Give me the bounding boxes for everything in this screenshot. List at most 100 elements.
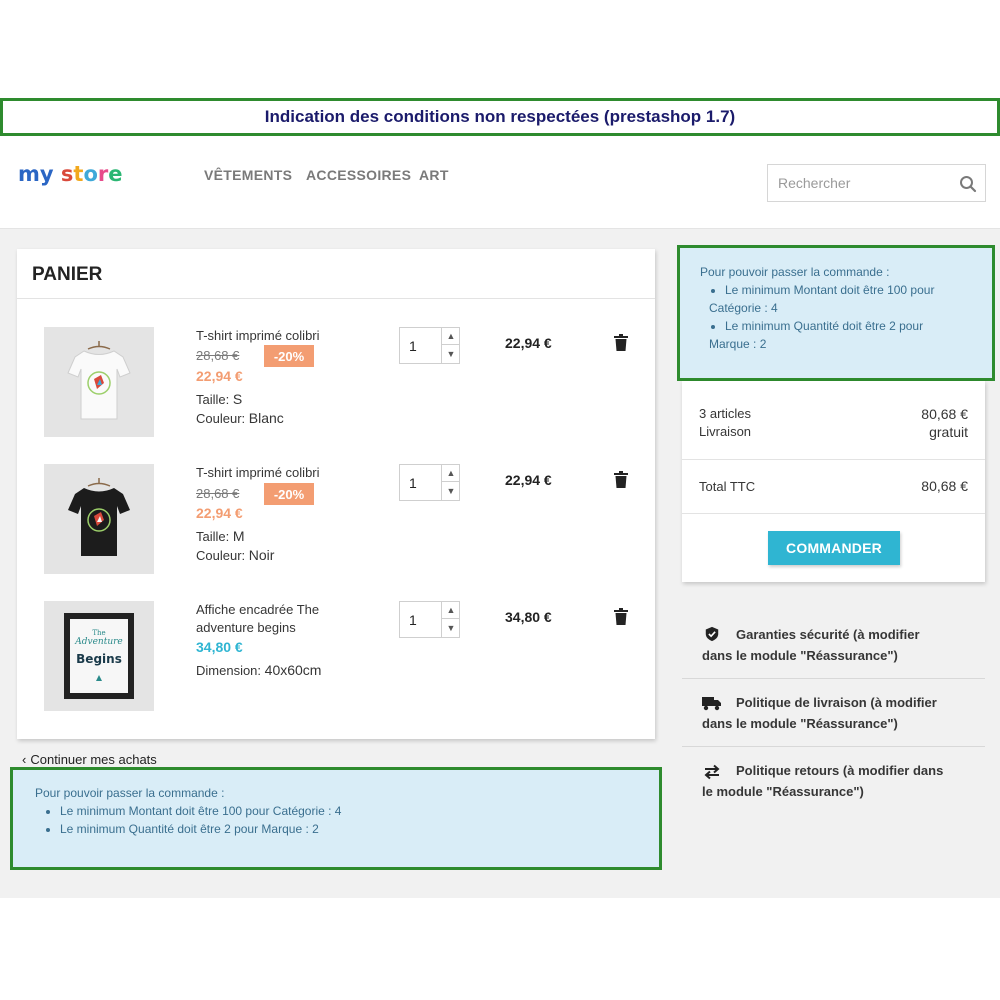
reassurance-line: le module "Réassurance") xyxy=(702,784,864,799)
product-name[interactable]: T-shirt imprimé colibri xyxy=(196,464,336,482)
logo-letter: e xyxy=(108,162,123,186)
product-name[interactable]: Affiche encadrée The adventure begins xyxy=(196,601,336,637)
discount-badge: -20% xyxy=(264,345,314,367)
trash-icon[interactable] xyxy=(614,471,628,488)
discount-badge: -20% xyxy=(264,483,314,505)
chevron-down-icon[interactable]: ▼ xyxy=(441,619,460,637)
product-name-line: Affiche encadrée The xyxy=(196,602,320,617)
product-attribute-size: Taille: S xyxy=(196,391,242,407)
articles-subtotal: 80,68 € xyxy=(921,406,968,422)
alert-item-line: Marque : 2 xyxy=(709,337,767,351)
checkout-button[interactable]: COMMANDER xyxy=(768,531,900,565)
product-price: 22,94 € xyxy=(196,368,243,384)
alert-intro: Pour pouvoir passer la commande : xyxy=(700,265,890,279)
total-value: 80,68 € xyxy=(921,478,968,494)
chevron-left-icon: ‹ xyxy=(22,752,27,767)
alert-intro: Pour pouvoir passer la commande : xyxy=(35,786,225,800)
attribute-label: Taille: xyxy=(196,529,230,544)
line-total: 22,94 € xyxy=(505,472,552,488)
chevron-up-icon[interactable]: ▲ xyxy=(441,602,460,619)
poster-text: Begins xyxy=(76,652,122,666)
reassurance-line: Politique retours (à modifier dans xyxy=(736,763,944,778)
quantity-value[interactable]: 1 xyxy=(409,475,417,491)
continue-shopping-link[interactable]: ‹ Continuer mes achats xyxy=(22,752,157,767)
divider xyxy=(682,746,985,747)
search-input[interactable] xyxy=(768,165,953,201)
alert-item-line: Le minimum Quantité doit être 2 pour xyxy=(725,319,924,333)
nav-item-vetements[interactable]: VÊTEMENTS xyxy=(204,167,292,183)
logo-letter: t xyxy=(73,162,84,186)
trash-icon[interactable] xyxy=(614,608,628,625)
alert-list: Le minimum Montant doit être 100 pour Ca… xyxy=(700,281,972,353)
alert-item: Le minimum Quantité doit être 2 pour Mar… xyxy=(60,820,637,838)
alert-list: Le minimum Montant doit être 100 pour Ca… xyxy=(35,802,637,838)
product-thumbnail[interactable] xyxy=(44,327,154,437)
product-attribute-color: Couleur: Blanc xyxy=(196,410,284,426)
logo-letter: s xyxy=(60,162,74,186)
attribute-value: S xyxy=(232,391,243,407)
exchange-arrows-icon xyxy=(704,764,720,780)
cart-title: PANIER xyxy=(32,264,103,285)
white-tshirt-image xyxy=(44,327,154,437)
attribute-label: Couleur: xyxy=(196,411,246,426)
divider xyxy=(682,513,985,514)
chevron-down-icon[interactable]: ▼ xyxy=(441,482,460,500)
poster-text: The xyxy=(92,629,105,637)
continue-shopping-label: Continuer mes achats xyxy=(30,752,157,767)
alert-item: Le minimum Quantité doit être 2 pour Mar… xyxy=(709,317,972,353)
annotation-banner-title: Indication des conditions non respectées… xyxy=(264,107,736,126)
quantity-stepper[interactable]: 1 ▲ ▼ xyxy=(399,464,460,501)
annotation-banner: Indication des conditions non respectées… xyxy=(0,98,1000,136)
trash-icon[interactable] xyxy=(614,334,628,351)
attribute-label: Couleur: xyxy=(196,548,246,563)
quantity-stepper[interactable]: 1 ▲ ▼ xyxy=(399,327,460,364)
attribute-value: Noir xyxy=(248,547,275,563)
attribute-value: 40x60cm xyxy=(264,662,322,678)
shield-icon xyxy=(705,626,719,642)
attribute-label: Taille: xyxy=(196,392,230,407)
order-conditions-alert-right: Pour pouvoir passer la commande : Le min… xyxy=(677,245,995,381)
poster-text: Adventure xyxy=(74,637,123,647)
attribute-value: M xyxy=(232,528,245,544)
product-thumbnail[interactable]: The Adventure Begins xyxy=(44,601,154,711)
quantity-value[interactable]: 1 xyxy=(409,338,417,354)
reassurance-line: dans le module "Réassurance") xyxy=(702,648,898,663)
alert-item-line: Catégorie : 4 xyxy=(709,301,778,315)
logo-letter: o xyxy=(83,162,98,186)
nav-item-accessoires[interactable]: ACCESSOIRES xyxy=(306,167,411,183)
attribute-label: Dimension: xyxy=(196,663,262,678)
shipping-label: Livraison xyxy=(699,424,752,439)
chevron-up-icon[interactable]: ▲ xyxy=(441,328,460,345)
line-total: 34,80 € xyxy=(505,609,552,625)
product-attribute-size: Taille: M xyxy=(196,528,245,544)
attribute-value: Blanc xyxy=(248,410,284,426)
product-thumbnail[interactable] xyxy=(44,464,154,574)
divider xyxy=(17,298,655,299)
articles-count: 3 articles xyxy=(699,406,752,421)
product-name-line: adventure begins xyxy=(196,620,296,635)
product-price: 34,80 € xyxy=(196,639,243,655)
chevron-up-icon[interactable]: ▲ xyxy=(441,465,460,482)
truck-icon xyxy=(702,697,721,711)
product-name[interactable]: T-shirt imprimé colibri xyxy=(196,327,336,345)
chevron-down-icon[interactable]: ▼ xyxy=(441,345,460,363)
line-total: 22,94 € xyxy=(505,335,552,351)
divider xyxy=(682,459,985,460)
alert-item: Le minimum Montant doit être 100 pour Ca… xyxy=(60,802,637,820)
quantity-stepper[interactable]: 1 ▲ ▼ xyxy=(399,601,460,638)
shipping-value: gratuit xyxy=(929,424,968,440)
store-logo[interactable]: my store xyxy=(18,162,122,186)
old-price: 28,68 € xyxy=(196,486,240,501)
reassurance-line: Politique de livraison (à modifier xyxy=(736,695,937,710)
product-price: 22,94 € xyxy=(196,505,243,521)
framed-poster-image: The Adventure Begins xyxy=(44,601,154,711)
old-price: 28,68 € xyxy=(196,348,240,363)
search-icon[interactable] xyxy=(959,175,977,193)
logo-letter: r xyxy=(97,162,109,186)
divider xyxy=(682,678,985,679)
quantity-value[interactable]: 1 xyxy=(409,612,417,628)
nav-item-art[interactable]: ART xyxy=(419,167,449,183)
reassurance-line: dans le module "Réassurance") xyxy=(702,716,898,731)
reassurance-line: Garanties sécurité (à modifier xyxy=(736,627,920,642)
product-attribute-color: Couleur: Noir xyxy=(196,547,274,563)
